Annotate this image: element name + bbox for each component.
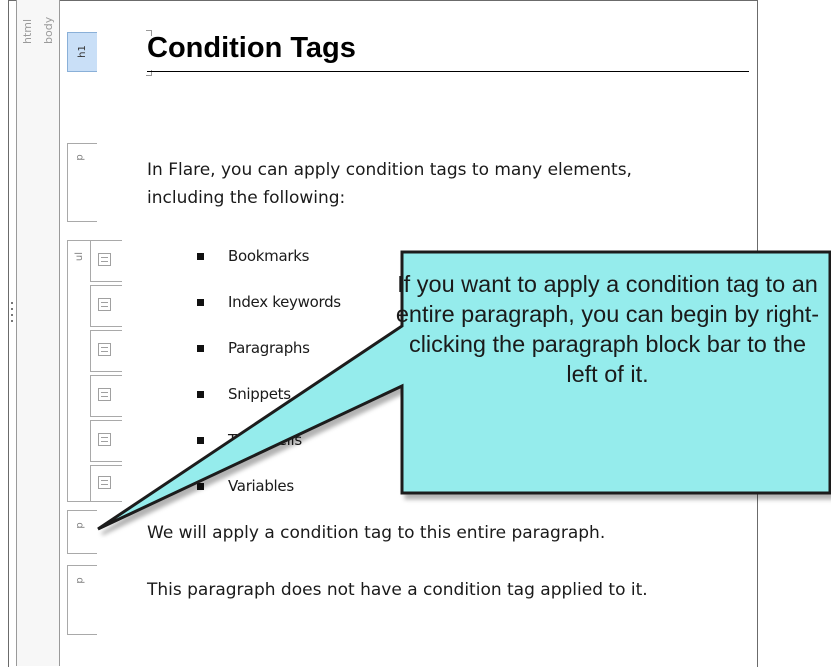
callout-text: If you want to apply a condition tag to … (395, 271, 820, 387)
screenshot-page: html body h1 p ul p p Condition Tags In … (0, 0, 831, 667)
